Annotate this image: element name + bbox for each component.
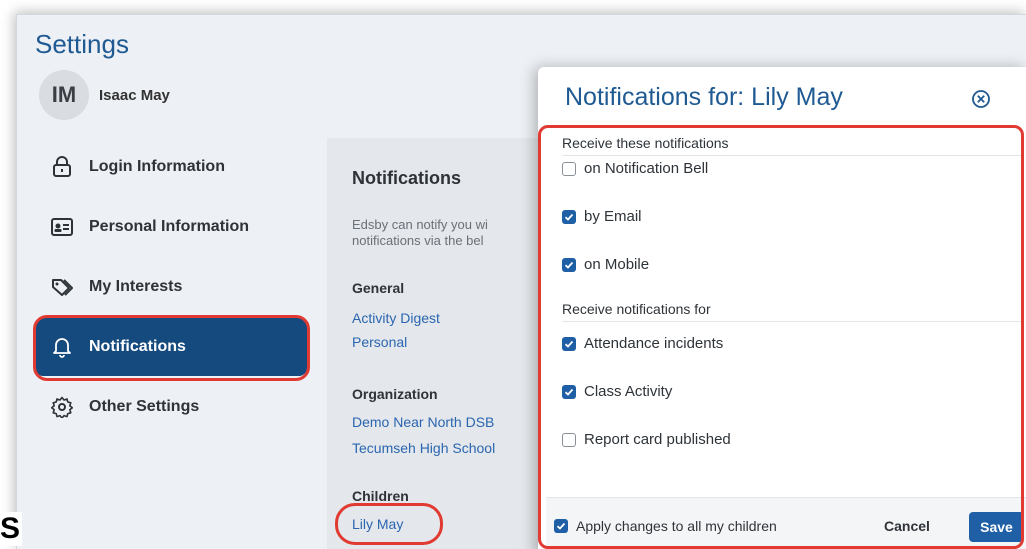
sidebar-item-label: Personal Information xyxy=(89,218,250,235)
modal-title: Notifications for: Lily May xyxy=(565,83,843,111)
type-attendance-incidents[interactable]: Attendance incidents xyxy=(562,335,723,352)
sidebar-item-label: Login Information xyxy=(89,158,225,175)
type-report-card-published[interactable]: Report card published xyxy=(562,431,731,448)
description-line: Edsby can notify you wi xyxy=(352,217,488,232)
cancel-button[interactable]: Cancel xyxy=(884,518,930,534)
section-general: General xyxy=(352,280,405,296)
sidebar-item-other-settings[interactable]: Other Settings xyxy=(35,378,307,436)
link-child-lily-may[interactable]: Lily May xyxy=(352,516,403,532)
checkbox-label: on Mobile xyxy=(584,256,650,273)
sidebar-item-label: Notifications xyxy=(89,338,186,355)
section-organization: Organization xyxy=(352,386,438,402)
id-card-icon xyxy=(51,216,73,238)
sidebar-item-personal-information[interactable]: Personal Information xyxy=(35,198,307,256)
receive-for-title: Receive notifications for xyxy=(562,301,711,317)
link-tecumseh-high-school[interactable]: Tecumseh High School xyxy=(352,440,495,456)
receive-these-title: Receive these notifications xyxy=(562,135,729,151)
save-button[interactable]: Save xyxy=(969,512,1024,542)
checkbox-unchecked[interactable] xyxy=(562,161,576,176)
checkbox-unchecked[interactable] xyxy=(562,432,576,447)
notifications-modal: Notifications for: Lily May Receive thes… xyxy=(538,67,1026,549)
modal-footer: Apply changes to all my children Cancel … xyxy=(546,497,1026,549)
sidebar-item-my-interests[interactable]: My Interests xyxy=(35,258,307,316)
link-activity-digest[interactable]: Activity Digest xyxy=(352,310,440,326)
divider xyxy=(562,155,1024,156)
description-line: notifications via the bel xyxy=(352,233,484,248)
section-children: Children xyxy=(352,488,409,504)
checkbox-label: by Email xyxy=(584,208,642,225)
type-class-activity[interactable]: Class Activity xyxy=(562,383,672,400)
settings-window: Settings IM Isaac May Login Information … xyxy=(16,14,1026,549)
checkbox-checked[interactable] xyxy=(562,336,576,351)
user-profile: IM Isaac May xyxy=(39,70,170,120)
sidebar-nav: Login Information Personal Information M… xyxy=(35,138,307,438)
cropped-heading-letter: S xyxy=(0,512,23,546)
checkbox-label: Class Activity xyxy=(584,383,673,400)
sidebar-item-login-information[interactable]: Login Information xyxy=(35,138,307,196)
close-icon[interactable] xyxy=(971,89,991,109)
avatar: IM xyxy=(39,70,89,120)
notifications-title: Notifications xyxy=(352,168,462,188)
apply-all-children[interactable]: Apply changes to all my children xyxy=(554,518,777,534)
link-personal[interactable]: Personal xyxy=(352,334,407,350)
checkbox-label: Report card published xyxy=(584,431,731,448)
checkbox-checked[interactable] xyxy=(562,384,576,399)
checkbox-label: Apply changes to all my children xyxy=(576,518,777,534)
gear-icon xyxy=(51,396,73,418)
sidebar-item-notifications[interactable]: Notifications xyxy=(35,318,307,376)
user-name: Isaac May xyxy=(99,86,170,104)
checkbox-checked[interactable] xyxy=(554,519,568,533)
sidebar-item-label: Other Settings xyxy=(89,398,200,415)
notifications-description: Edsby can notify you wi notifications vi… xyxy=(352,217,542,249)
lock-icon xyxy=(51,156,73,178)
tag-icon xyxy=(51,276,73,298)
checkbox-checked[interactable] xyxy=(562,257,576,272)
modal-body: Receive these notifications on Notificat… xyxy=(546,125,1026,549)
checkbox-label: Attendance incidents xyxy=(584,335,724,352)
checkbox-label: on Notification Bell xyxy=(584,160,709,177)
bell-icon xyxy=(51,336,73,358)
divider xyxy=(562,321,1024,322)
checkbox-checked[interactable] xyxy=(562,209,576,224)
channel-mobile[interactable]: on Mobile xyxy=(562,256,649,273)
page-title: Settings xyxy=(35,29,129,59)
channel-notification-bell[interactable]: on Notification Bell xyxy=(562,160,708,177)
channel-email[interactable]: by Email xyxy=(562,208,642,225)
link-demo-near-north-dsb[interactable]: Demo Near North DSB xyxy=(352,414,494,430)
sidebar-item-label: My Interests xyxy=(89,278,183,295)
